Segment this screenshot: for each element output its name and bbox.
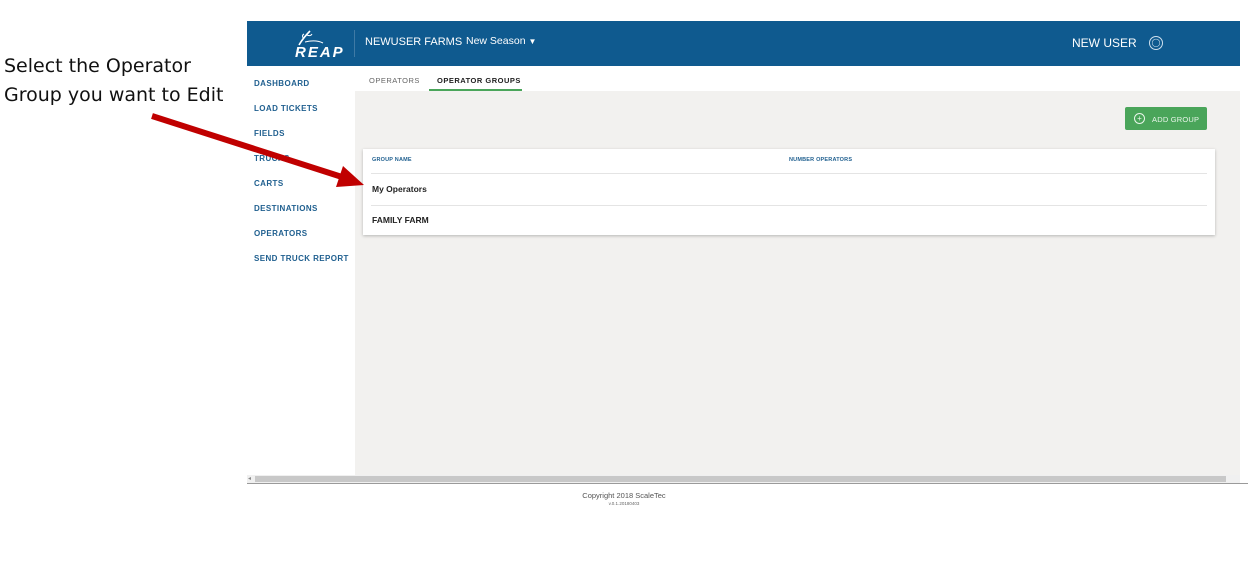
annotation-arrow-icon [151,113,364,187]
